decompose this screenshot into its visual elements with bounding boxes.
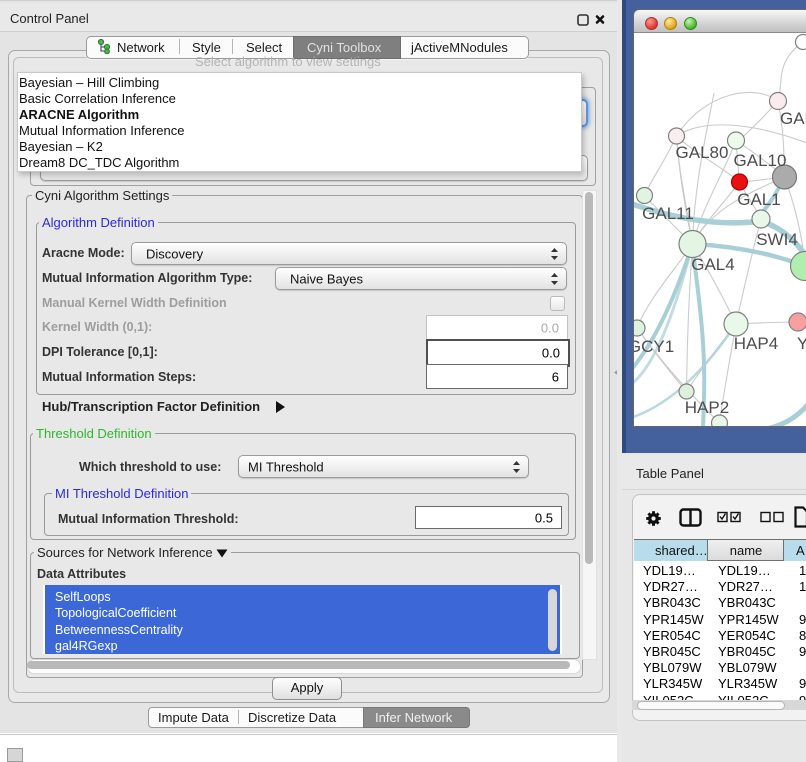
svg-text:SWI4: SWI4 <box>756 230 798 249</box>
svg-text:Y: Y <box>797 334 806 353</box>
svg-text:GAL: GAL <box>780 109 806 128</box>
svg-text:GAL1: GAL1 <box>737 190 780 209</box>
svg-text:HAP2: HAP2 <box>685 398 729 417</box>
svg-text:GAL10: GAL10 <box>734 151 787 170</box>
svg-text:GCY1: GCY1 <box>634 337 674 356</box>
svg-text:GAL11: GAL11 <box>642 204 694 223</box>
svg-text:GAL80: GAL80 <box>676 143 729 162</box>
svg-text:HAP4: HAP4 <box>734 334 778 353</box>
svg-text:GAL4: GAL4 <box>691 255 734 274</box>
